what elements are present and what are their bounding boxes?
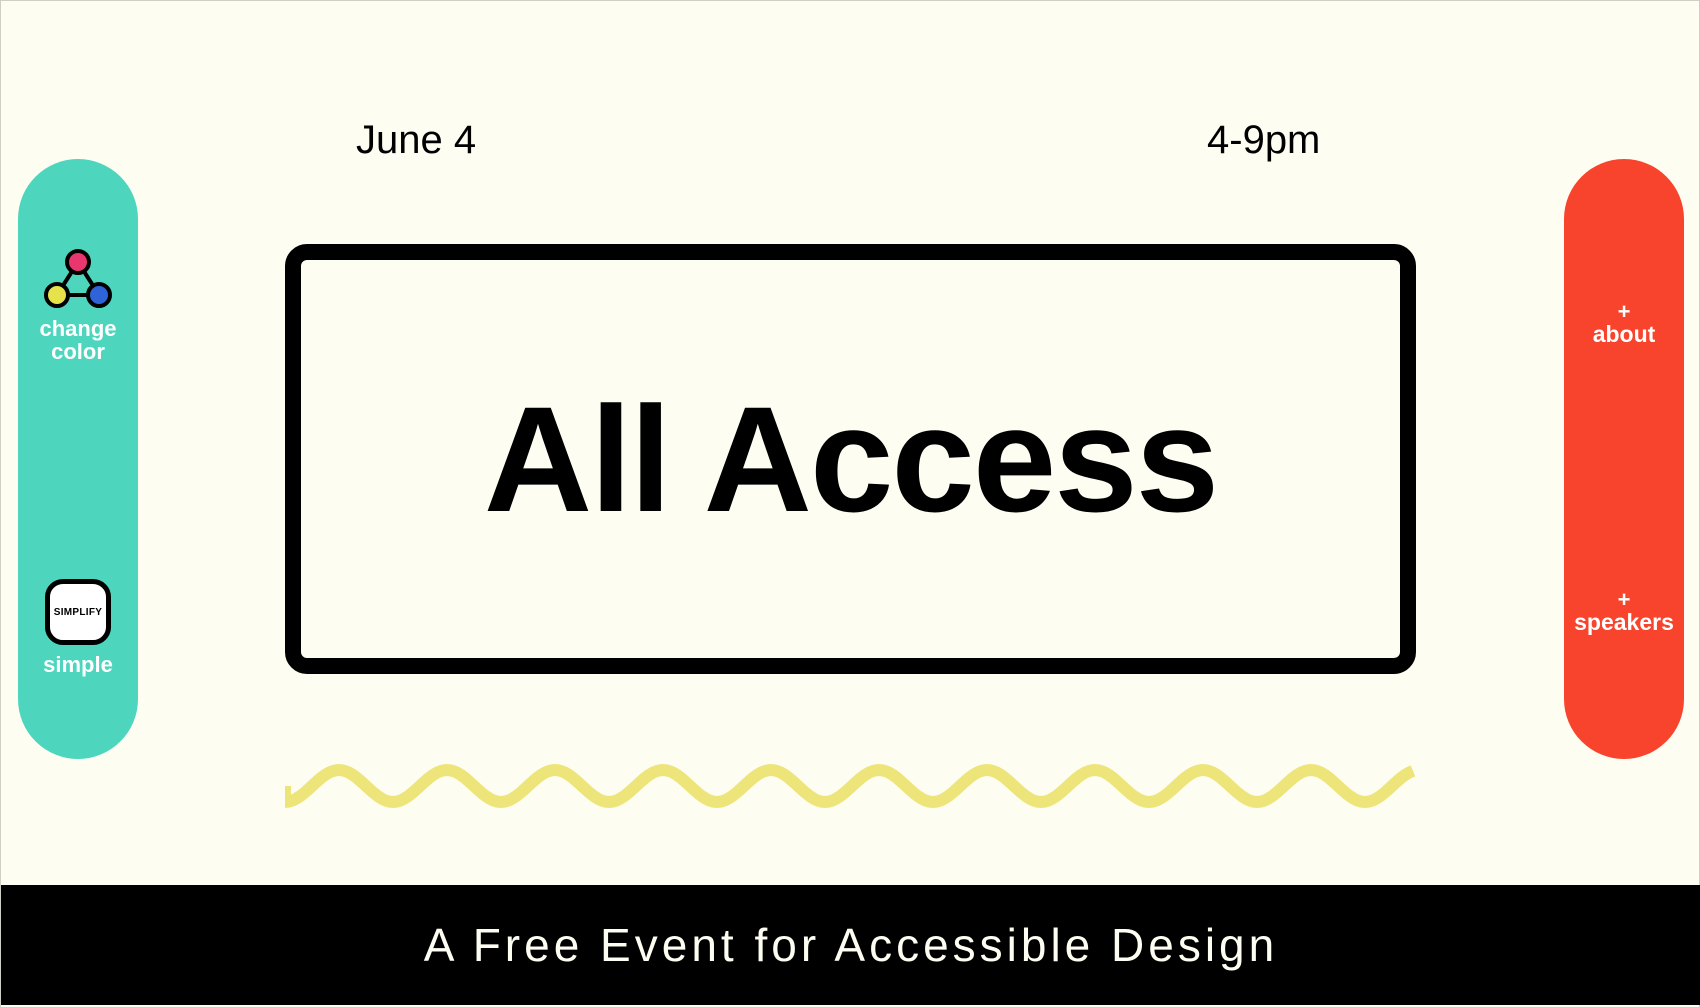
speakers-label: speakers <box>1574 609 1674 635</box>
event-date: June 4 <box>356 118 477 162</box>
speakers-plus-icon: + <box>1617 587 1631 612</box>
title-frame: All Access <box>285 244 1416 674</box>
event-title: All Access <box>483 374 1219 543</box>
nav-sidebar: + about + speakers <box>1564 159 1684 759</box>
change-color-label: change color <box>39 316 117 364</box>
event-time: 4-9pm <box>1207 118 1321 162</box>
color-palette-icon <box>44 249 112 308</box>
event-tagline: A Free Event for Accessible Design <box>423 919 1279 971</box>
simple-mode-button[interactable]: SIMPLIFY simple <box>18 579 138 676</box>
simple-label: simple <box>43 652 113 677</box>
change-color-button[interactable]: change color <box>18 249 138 363</box>
footer-banner: A Free Event for Accessible Design <box>1 885 1700 1005</box>
tools-sidebar: change color SIMPLIFY simple <box>18 159 138 759</box>
about-nav-link[interactable]: + about <box>1564 299 1684 347</box>
wavy-line-decoration <box>285 764 1416 809</box>
simplify-icon: SIMPLIFY <box>45 579 111 645</box>
about-label: about <box>1592 321 1656 347</box>
simplify-icon-text: SIMPLIFY <box>53 606 103 618</box>
about-plus-icon: + <box>1617 299 1631 324</box>
speakers-nav-link[interactable]: + speakers <box>1564 587 1684 635</box>
